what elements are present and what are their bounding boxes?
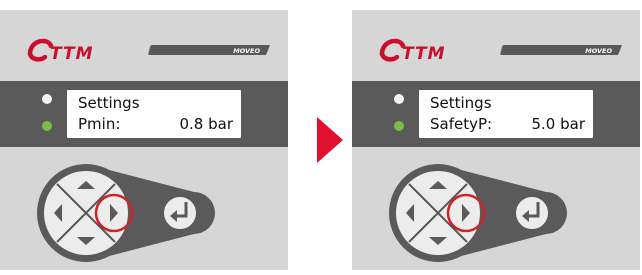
navigation-keypad <box>384 158 604 268</box>
lcd-line-parameter: SafetyP: 5.0 bar <box>430 115 585 133</box>
enter-key[interactable] <box>162 195 198 231</box>
controller-panel-before: TTM MOVEO Settings Pmin: 0.8 bar <box>0 10 288 270</box>
moveo-product-strip: MOVEO <box>148 44 272 56</box>
status-led-white <box>42 94 52 104</box>
svg-text:MOVEO: MOVEO <box>585 47 612 55</box>
parameter-value: 0.8 bar <box>179 115 233 133</box>
parameter-label: SafetyP: <box>430 115 493 133</box>
lcd-line-settings: Settings <box>430 94 492 112</box>
controller-panel-after: TTM MOVEO Settings SafetyP: 5.0 bar <box>352 10 640 270</box>
lcd-line-parameter: Pmin: 0.8 bar <box>78 115 233 133</box>
triangle-right-icon <box>317 117 343 163</box>
parameter-label: Pmin: <box>78 115 121 133</box>
status-led-green <box>42 121 52 131</box>
status-led-green <box>394 121 404 131</box>
lcd-line-settings: Settings <box>78 94 140 112</box>
transition-arrow <box>315 115 345 165</box>
status-led-white <box>394 94 404 104</box>
lcd-display: Settings SafetyP: 5.0 bar <box>419 90 593 138</box>
lcd-display: Settings Pmin: 0.8 bar <box>67 90 241 138</box>
navigation-keypad <box>32 158 252 268</box>
moveo-product-strip: MOVEO <box>500 44 624 56</box>
ttm-logo: TTM <box>26 34 116 66</box>
svg-text:TTM: TTM <box>402 44 446 64</box>
svg-text:TTM: TTM <box>50 44 94 64</box>
ttm-logo: TTM <box>378 34 468 66</box>
enter-key[interactable] <box>514 195 550 231</box>
parameter-value: 5.0 bar <box>531 115 585 133</box>
svg-text:MOVEO: MOVEO <box>233 47 260 55</box>
